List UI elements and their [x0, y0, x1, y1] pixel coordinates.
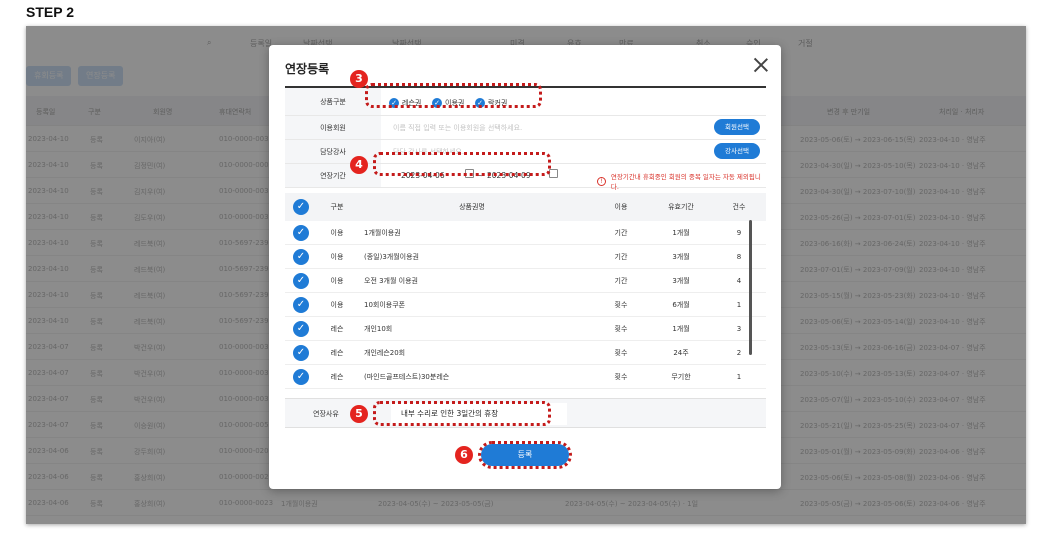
cell-use: 기간	[614, 228, 628, 237]
highlight-submit	[478, 441, 572, 469]
cell-count: 3	[736, 324, 742, 333]
highlight-reason	[373, 401, 551, 426]
cell-type: 레슨	[330, 324, 344, 333]
th-use: 이용	[614, 203, 628, 211]
cell-valid: 3개월	[672, 276, 690, 285]
step-title: STEP 2	[26, 4, 74, 20]
cell-name: 개인레슨20회	[364, 348, 406, 357]
step-badge-5: 5	[350, 405, 368, 423]
product-table: ✓ 구분 상품권명 이용 유효기간 건수 ✓ 이용 1개월이용권 기간 1개월 9 ✓ 이용(…	[285, 193, 766, 389]
select-all-checkbox[interactable]: ✓	[293, 199, 309, 215]
row-checkbox[interactable]: ✓	[293, 368, 309, 385]
cell-count: 4	[736, 276, 742, 285]
cell-valid: 6개월	[672, 300, 690, 309]
th-type: 구분	[330, 203, 344, 211]
member-select-button[interactable]: 회원선택	[714, 119, 760, 135]
th-count: 건수	[732, 203, 746, 211]
member-row: 이용회원 이름 직접 입력 또는 이용회원을 선택하세요. 회원선택	[285, 116, 766, 140]
row-checkbox[interactable]: ✓	[293, 272, 309, 289]
member-input[interactable]: 이름 직접 입력 또는 이용회원을 선택하세요.	[393, 123, 522, 133]
product-row[interactable]: ✓ 이용 10회이용쿠폰 횟수 6개월 1	[285, 293, 766, 317]
table-scrollbar[interactable]	[749, 220, 752, 355]
cell-count: 9	[736, 228, 742, 237]
highlight-period	[373, 152, 551, 176]
th-name: 상품권명	[459, 203, 485, 211]
row-checkbox[interactable]: ✓	[293, 248, 309, 265]
cell-count: 8	[736, 252, 742, 261]
close-icon[interactable]	[753, 57, 769, 73]
product-row[interactable]: ✓ 이용 오전 3개월 이용권 기간 3개월 4	[285, 269, 766, 293]
instructor-select-button[interactable]: 강사선택	[714, 143, 760, 159]
cell-name: 오전 3개월 이용권	[364, 276, 418, 285]
cell-valid: 무기한	[671, 372, 691, 381]
product-row[interactable]: ✓ 레슨 개인10회 횟수 1개월 3	[285, 317, 766, 341]
cell-name: 10회이용쿠폰	[364, 300, 406, 309]
cell-type: 레슨	[330, 372, 344, 381]
cell-type: 이용	[330, 252, 344, 261]
cell-name: (종일)3개월이용권	[364, 252, 419, 261]
row-checkbox[interactable]: ✓	[293, 344, 309, 361]
row-checkbox[interactable]: ✓	[293, 224, 309, 241]
cell-valid: 1개월	[672, 324, 690, 333]
product-row[interactable]: ✓ 레슨 (마인드골프테스트)30분레슨 횟수 무기한 1	[285, 365, 766, 389]
cell-use: 기간	[614, 252, 628, 261]
highlight-product-type	[365, 83, 542, 108]
product-table-header: ✓ 구분 상품권명 이용 유효기간 건수	[285, 193, 766, 221]
cell-type: 레슨	[330, 348, 344, 357]
cell-type: 이용	[330, 300, 344, 309]
cell-type: 이용	[330, 228, 344, 237]
reason-label: 연장사유	[313, 410, 339, 418]
row-checkbox[interactable]: ✓	[293, 296, 309, 313]
cell-name: (마인드골프테스트)30분레슨	[364, 372, 450, 381]
cell-use: 횟수	[614, 324, 628, 333]
period-notice: ! 연장기간내 휴회중인 회원의 중복 일자는 자동 제외됩니다.	[597, 171, 766, 191]
cell-name: 개인10회	[364, 324, 393, 333]
cell-use: 횟수	[614, 300, 628, 309]
modal-title: 연장등록	[285, 62, 330, 76]
step-badge-4: 4	[350, 156, 368, 174]
period-notice-text: 연장기간내 휴회중인 회원의 중복 일자는 자동 제외됩니다.	[610, 173, 761, 191]
cell-type: 이용	[330, 276, 344, 285]
th-valid: 유효기간	[668, 203, 694, 211]
member-label: 이용회원	[285, 116, 381, 139]
cell-count: 1	[736, 372, 742, 381]
cell-count: 1	[736, 300, 742, 309]
extend-register-modal: 연장등록 상품구분 ✓ 레슨권 ✓ 이용권 ✓ 락커권 이용회원 이름 직접 입력 또…	[269, 45, 781, 489]
cell-name: 1개월이용권	[364, 228, 401, 237]
step-badge-6: 6	[455, 446, 473, 464]
step-badge-3: 3	[350, 70, 368, 88]
cell-use: 횟수	[614, 348, 628, 357]
row-checkbox[interactable]: ✓	[293, 320, 309, 337]
product-row[interactable]: ✓ 이용 1개월이용권 기간 1개월 9	[285, 221, 766, 245]
cell-valid: 24주	[673, 348, 689, 357]
info-icon: !	[597, 176, 606, 186]
cell-valid: 1개월	[672, 228, 690, 237]
cell-use: 횟수	[614, 372, 628, 381]
cell-use: 기간	[614, 276, 628, 285]
product-row[interactable]: ✓ 이용 (종일)3개월이용권 기간 3개월 8	[285, 245, 766, 269]
cell-valid: 3개월	[672, 252, 690, 261]
product-row[interactable]: ✓ 레슨 개인레슨20회 횟수 24주 2	[285, 341, 766, 365]
cell-count: 2	[736, 348, 742, 357]
